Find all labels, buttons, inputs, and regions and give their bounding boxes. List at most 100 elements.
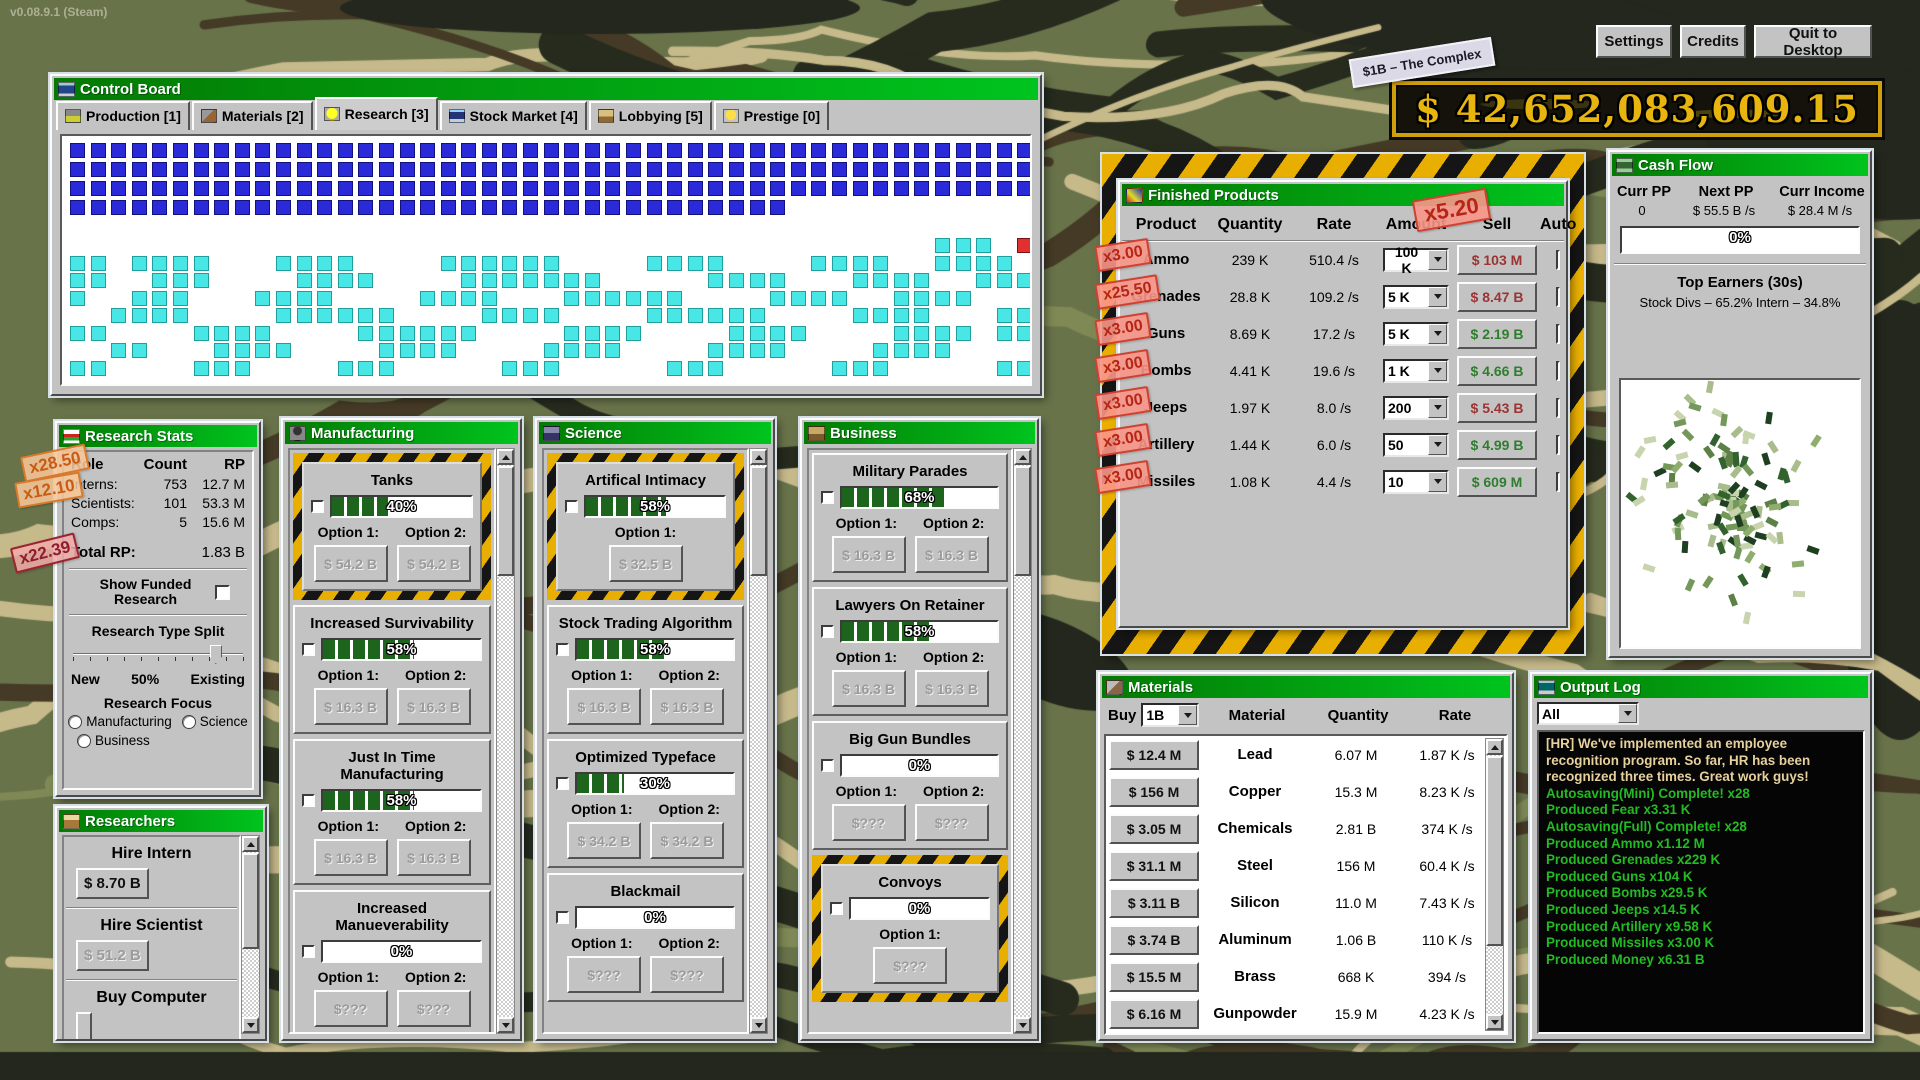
radio-button-icon[interactable] <box>182 715 196 729</box>
tab-research-3-[interactable]: Research [3] <box>315 97 438 130</box>
log-filter-dropdown[interactable]: All <box>1537 702 1639 725</box>
option-price-button[interactable]: $ 32.5 B <box>609 545 683 582</box>
option-price-button[interactable]: $ 16.3 B <box>915 670 989 707</box>
sell-button[interactable]: $ 5.43 B <box>1457 393 1537 423</box>
researchers-scrollbar[interactable] <box>241 835 260 1034</box>
scroll-up-button[interactable] <box>497 449 514 465</box>
dropdown-arrow-icon[interactable] <box>1428 324 1447 344</box>
slider-thumb[interactable] <box>210 645 222 664</box>
scroll-down-button[interactable] <box>1014 1017 1031 1033</box>
radio-science[interactable]: Science <box>182 714 248 729</box>
option-price-button[interactable]: $ 16.3 B <box>650 688 724 725</box>
option-price-button[interactable]: $ 34.2 B <box>567 822 641 859</box>
scrollbar-thumb[interactable] <box>1014 466 1031 576</box>
sell-button[interactable]: $ 2.19 B <box>1457 319 1537 349</box>
scrollbar-thumb[interactable] <box>750 466 767 576</box>
tab-lobbying-5-[interactable]: Lobbying [5] <box>589 101 712 130</box>
show-funded-research-checkbox[interactable] <box>215 585 230 600</box>
research-item-checkbox[interactable] <box>311 500 324 513</box>
research-item-checkbox[interactable] <box>302 945 315 958</box>
option-price-button[interactable]: $ 16.3 B <box>314 688 388 725</box>
research-item-checkbox[interactable] <box>556 911 569 924</box>
option-price-button[interactable]: $ 16.3 B <box>567 688 641 725</box>
research-item-checkbox[interactable] <box>556 643 569 656</box>
option-price-button[interactable]: $??? <box>915 804 989 841</box>
buy-material-button[interactable]: $ 15.5 M <box>1109 962 1199 992</box>
research-split-slider[interactable] <box>73 643 243 669</box>
option-price-button[interactable]: $??? <box>567 956 641 993</box>
materials-scrollbar[interactable] <box>1485 738 1504 1031</box>
sell-button[interactable]: $ 8.47 B <box>1457 282 1537 312</box>
dropdown-arrow-icon[interactable] <box>1428 398 1447 418</box>
option-price-button[interactable]: $ 16.3 B <box>832 670 906 707</box>
dropdown-arrow-icon[interactable] <box>1178 705 1197 725</box>
auto-sell-checkbox[interactable] <box>1556 435 1560 455</box>
sell-button[interactable]: $ 609 M <box>1457 467 1537 497</box>
scroll-up-button[interactable] <box>242 836 259 852</box>
scroll-down-button[interactable] <box>242 1017 259 1033</box>
research-item-checkbox[interactable] <box>821 759 834 772</box>
buy-material-button[interactable]: $ 156 M <box>1109 777 1199 807</box>
tab-prestige-0-[interactable]: Prestige [0] <box>714 101 829 130</box>
auto-sell-checkbox[interactable] <box>1556 287 1560 307</box>
quit-to-desktop-button[interactable]: Quit to Desktop <box>1754 25 1872 58</box>
option-price-button[interactable]: $??? <box>832 804 906 841</box>
buy-material-button[interactable]: $ 3.05 M <box>1109 814 1199 844</box>
tab-stock-market-4-[interactable]: Stock Market [4] <box>440 101 587 130</box>
research-scrollbar[interactable] <box>496 448 515 1034</box>
amount-dropdown[interactable]: 200 <box>1383 396 1449 420</box>
option-price-button[interactable]: $ 16.3 B <box>397 688 471 725</box>
option-price-button[interactable]: $ 54.2 B <box>314 545 388 582</box>
sell-button[interactable]: $ 4.99 B <box>1457 430 1537 460</box>
buy-material-button[interactable]: $ 6.16 M <box>1109 999 1199 1029</box>
amount-dropdown[interactable]: 5 K <box>1383 285 1449 309</box>
hire-button[interactable]: $ 51.2 B <box>76 940 149 971</box>
auto-sell-checkbox[interactable] <box>1556 398 1560 418</box>
option-price-button[interactable]: $??? <box>650 956 724 993</box>
credits-button[interactable]: Credits <box>1680 25 1746 58</box>
research-item-checkbox[interactable] <box>302 794 315 807</box>
research-item-checkbox[interactable] <box>821 491 834 504</box>
radio-manufacturing[interactable]: Manufacturing <box>68 714 172 729</box>
buy-material-button[interactable]: $ 31.1 M <box>1109 851 1199 881</box>
option-price-button[interactable]: $ 16.3 B <box>397 839 471 876</box>
dropdown-arrow-icon[interactable] <box>1618 704 1637 723</box>
dropdown-arrow-icon[interactable] <box>1428 435 1447 455</box>
dropdown-arrow-icon[interactable] <box>1428 361 1447 381</box>
hire-button[interactable]: $ 8.70 B <box>76 868 149 899</box>
research-item-checkbox[interactable] <box>830 902 843 915</box>
auto-sell-checkbox[interactable] <box>1556 472 1560 492</box>
auto-sell-checkbox[interactable] <box>1556 361 1560 381</box>
option-price-button[interactable]: $ 54.2 B <box>397 545 471 582</box>
buy-material-button[interactable]: $ 3.74 B <box>1109 925 1199 955</box>
scrollbar-thumb[interactable] <box>497 466 514 576</box>
sell-button[interactable]: $ 4.66 B <box>1457 356 1537 386</box>
option-price-button[interactable]: $ 34.2 B <box>650 822 724 859</box>
buy-amount-dropdown[interactable]: 1B <box>1141 703 1199 727</box>
amount-dropdown[interactable]: 1 K <box>1383 359 1449 383</box>
buy-material-button[interactable]: $ 3.11 B <box>1109 888 1199 918</box>
amount-dropdown[interactable]: 50 <box>1383 433 1449 457</box>
option-price-button[interactable]: $ 16.3 B <box>314 839 388 876</box>
scroll-down-button[interactable] <box>497 1017 514 1033</box>
scroll-up-button[interactable] <box>750 449 767 465</box>
radio-button-icon[interactable] <box>68 715 82 729</box>
tab-production-1-[interactable]: Production [1] <box>56 101 190 130</box>
option-price-button[interactable]: $??? <box>873 947 947 984</box>
research-item-checkbox[interactable] <box>821 625 834 638</box>
hire-button[interactable] <box>76 1012 92 1041</box>
option-price-button[interactable]: $??? <box>397 990 471 1027</box>
dropdown-arrow-icon[interactable] <box>1428 287 1447 307</box>
scrollbar-thumb[interactable] <box>242 853 259 949</box>
research-item-checkbox[interactable] <box>302 643 315 656</box>
scroll-down-button[interactable] <box>1486 1014 1503 1030</box>
option-price-button[interactable]: $??? <box>314 990 388 1027</box>
dropdown-arrow-icon[interactable] <box>1428 250 1447 270</box>
sell-button[interactable]: $ 103 M <box>1457 245 1537 275</box>
option-price-button[interactable]: $ 16.3 B <box>915 536 989 573</box>
tab-materials-2-[interactable]: Materials [2] <box>192 101 313 130</box>
research-scrollbar[interactable] <box>749 448 768 1034</box>
radio-business[interactable]: Business <box>77 733 150 748</box>
dropdown-arrow-icon[interactable] <box>1428 472 1447 492</box>
research-item-checkbox[interactable] <box>565 500 578 513</box>
